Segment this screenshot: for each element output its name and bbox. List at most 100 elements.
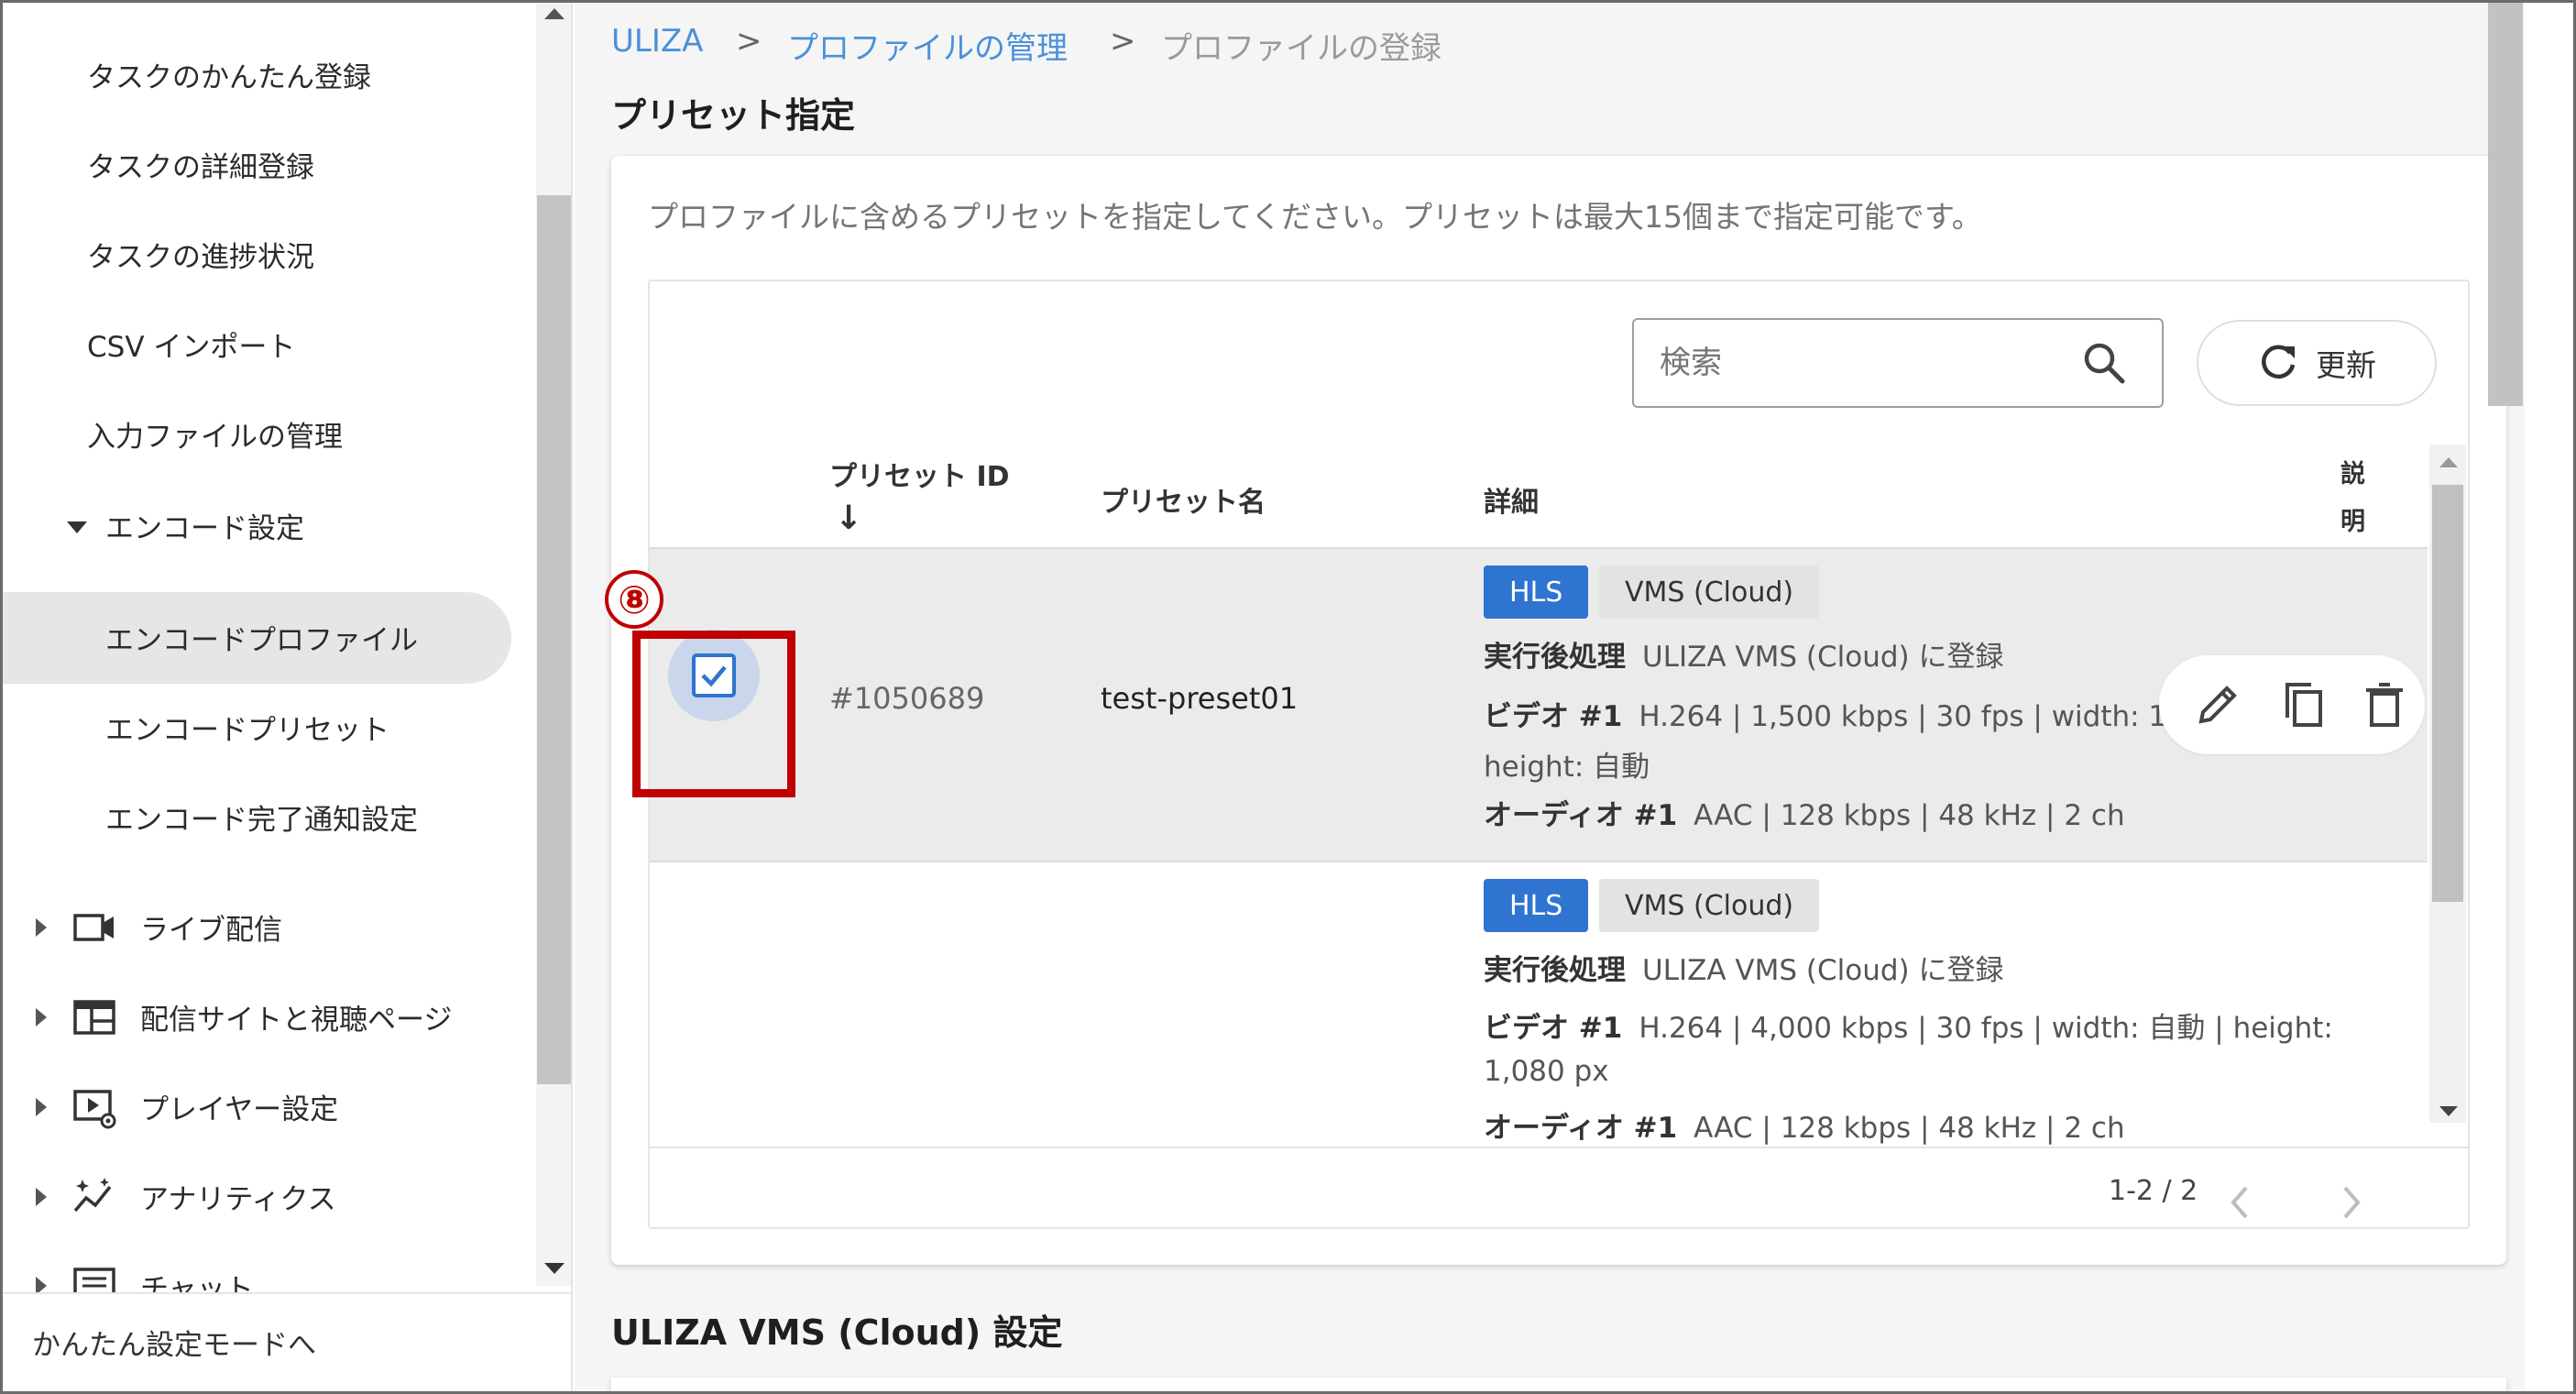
column-header-desc: 説 [2340,460,2365,488]
sidebar-item-task-detail-register[interactable]: タスクの詳細登録 [87,126,314,203]
video-camera-icon [73,914,114,941]
hls-badge: HLS [1484,565,1589,619]
vms-badge: VMS (Cloud) [1599,879,1820,932]
sidebar-item-live[interactable]: ライブ配信 [140,888,282,965]
sidebar-item-encode-preset[interactable]: エンコードプリセット [105,688,389,765]
page-title: プリセット指定 [611,95,856,136]
search-icon[interactable] [2081,340,2127,386]
sidebar-item-encode-profile[interactable]: エンコードプロファイル [105,598,418,675]
scroll-down-arrow-icon[interactable] [544,1263,565,1274]
detail-label: オーディオ #1 [1484,1112,1678,1145]
search-input[interactable] [1660,335,2063,391]
preset-table: 更新 プリセット ID ↓ プリセット名 詳細 説 明 #1050689 [648,280,2470,1229]
breadcrumb-current: プロファイルの登録 [1161,30,1441,67]
detail-value: H.264 | 1,500 kbps | 30 fps | width: 1,2… [1639,700,2212,733]
caret-right-icon [36,1008,47,1026]
detail-post-process: 実行後処理 ULIZA VMS (Cloud) に登録 [1484,633,2003,675]
column-header-name: プリセット名 [1101,487,1266,519]
refresh-label: 更新 [2316,347,2376,383]
breadcrumb-root[interactable]: ULIZA [611,23,703,60]
main-content: ULIZA > プロファイルの管理 > プロファイルの登録 プリセット指定 プロ… [575,3,2525,1391]
caret-right-icon [36,918,47,937]
sidebar: タスクのかんたん登録 タスクの詳細登録 タスクの進捗状況 CSV インポート 入… [3,3,573,1391]
search-field[interactable] [1632,318,2164,408]
vms-badge: VMS (Cloud) [1599,565,1820,619]
vms-settings-card [611,1378,2506,1391]
detail-video: ビデオ #1 H.264 | 1,500 kbps | 30 fps | widt… [1484,693,2211,734]
section-title-vms: ULIZA VMS (Cloud) 設定 [611,1312,1063,1353]
sidebar-item-encode-notify[interactable]: エンコード完了通知設定 [105,778,418,855]
sidebar-item-player[interactable]: プレイヤー設定 [140,1068,338,1145]
breadcrumb-separator: > [736,23,762,60]
easy-mode-link[interactable]: かんたん設定モードへ [32,1322,316,1363]
sidebar-item-task-easy-register[interactable]: タスクのかんたん登録 [87,36,371,113]
sidebar-item-label: CSV インポート [87,330,296,364]
column-header-id[interactable]: プリセット ID [829,454,1010,494]
table-row[interactable]: #1050689 test-preset01 HLS VMS (Cloud) 実… [650,547,2428,862]
pagination-count: 1-2 / 2 [2109,1175,2198,1207]
sidebar-item-analytics[interactable]: アナリティクス [140,1158,336,1235]
detail-video-cont: height: 自動 [1484,751,1650,784]
detail-label: ビデオ #1 [1484,700,1623,733]
card-description: プロファイルに含めるプリセットを指定してください。プリセットは最大15個まで指定… [648,199,1982,235]
detail-audio: オーディオ #1 AAC | 128 kbps | 48 kHz | 2 ch [1484,1104,2125,1146]
detail-value: ULIZA VMS (Cloud) に登録 [1642,954,2004,987]
annotation-highlight-box [632,631,795,797]
breadcrumb-parent[interactable]: プロファイルの管理 [787,23,1068,68]
detail-audio: オーディオ #1 AAC | 128 kbps | 48 kHz | 2 ch [1484,792,2125,833]
sidebar-item-task-progress[interactable]: タスクの進捗状況 [87,215,314,292]
detail-label: 実行後処理 [1484,641,1626,674]
edit-icon[interactable] [2192,679,2243,730]
sidebar-item-label: エンコード設定 [105,511,304,545]
preset-card: プロファイルに含めるプリセットを指定してください。プリセットは最大15個まで指定… [611,156,2506,1265]
detail-value: AAC | 128 kbps | 48 kHz | 2 ch [1694,1112,2125,1145]
breadcrumb-separator: > [1110,23,1136,60]
sort-arrow-icon[interactable]: ↓ [835,499,862,537]
refresh-icon [2262,345,2296,379]
sidebar-item-encode-settings[interactable]: エンコード設定 [105,487,304,564]
sidebar-item-csv-import[interactable]: CSV インポート [87,305,295,382]
annotation-step-number: ⑧ [605,570,663,629]
detail-value: AAC | 128 kbps | 48 kHz | 2 ch [1694,799,2125,832]
sidebar-item-label: アナリティクス [140,1182,336,1216]
delete-icon[interactable] [2359,679,2410,730]
analytics-icon [73,1178,112,1213]
sidebar-item-label: タスクの詳細登録 [87,150,314,184]
sidebar-item-label: エンコードプリセット [105,713,389,747]
scroll-up-arrow-icon[interactable] [2439,457,2458,467]
caret-down-icon [67,521,87,533]
hls-badge: HLS [1484,879,1589,932]
sidebar-item-label: エンコードプロファイル [105,623,418,657]
sidebar-item-label: タスクの進捗状況 [87,240,314,274]
divider [650,1147,2468,1148]
sidebar-scrollbar-thumb[interactable] [537,195,571,1084]
chevron-left-icon[interactable] [2226,1184,2253,1221]
detail-label: ビデオ #1 [1484,1012,1623,1045]
sidebar-item-label: ライブ配信 [140,913,282,947]
sidebar-item-label: エンコード完了通知設定 [105,803,418,837]
detail-post-process: 実行後処理 ULIZA VMS (Cloud) に登録 [1484,947,2003,988]
sidebar-item-label: プレイヤー設定 [140,1092,339,1126]
copy-icon[interactable] [2278,679,2329,730]
scroll-down-arrow-icon[interactable] [2439,1106,2458,1116]
sidebar-item-label: タスクのかんたん登録 [87,60,371,94]
refresh-button[interactable]: 更新 [2197,320,2437,406]
detail-label: 実行後処理 [1484,954,1626,987]
column-header-detail: 詳細 [1484,487,1539,519]
scroll-up-arrow-icon[interactable] [544,8,565,19]
sidebar-footer: かんたん設定モードへ [3,1292,571,1391]
caret-right-icon [36,1098,47,1116]
site-layout-icon [73,1000,115,1035]
detail-label: オーディオ #1 [1484,799,1678,832]
preset-id: #1050689 [829,681,985,716]
sidebar-item-sites[interactable]: 配信サイトと視聴ページ [140,978,452,1055]
caret-right-icon [36,1188,47,1206]
detail-value: ULIZA VMS (Cloud) に登録 [1642,641,2004,674]
table-scrollbar-thumb[interactable] [2432,485,2463,902]
sidebar-item-input-files[interactable]: 入力ファイルの管理 [87,395,343,472]
preset-name: test-preset01 [1101,681,1299,716]
page-scrollbar-thumb[interactable] [2488,3,2523,406]
chevron-right-icon[interactable] [2338,1184,2365,1221]
column-header-desc: 明 [2340,508,2365,536]
detail-video-cont: 1,080 px [1484,1055,1609,1088]
